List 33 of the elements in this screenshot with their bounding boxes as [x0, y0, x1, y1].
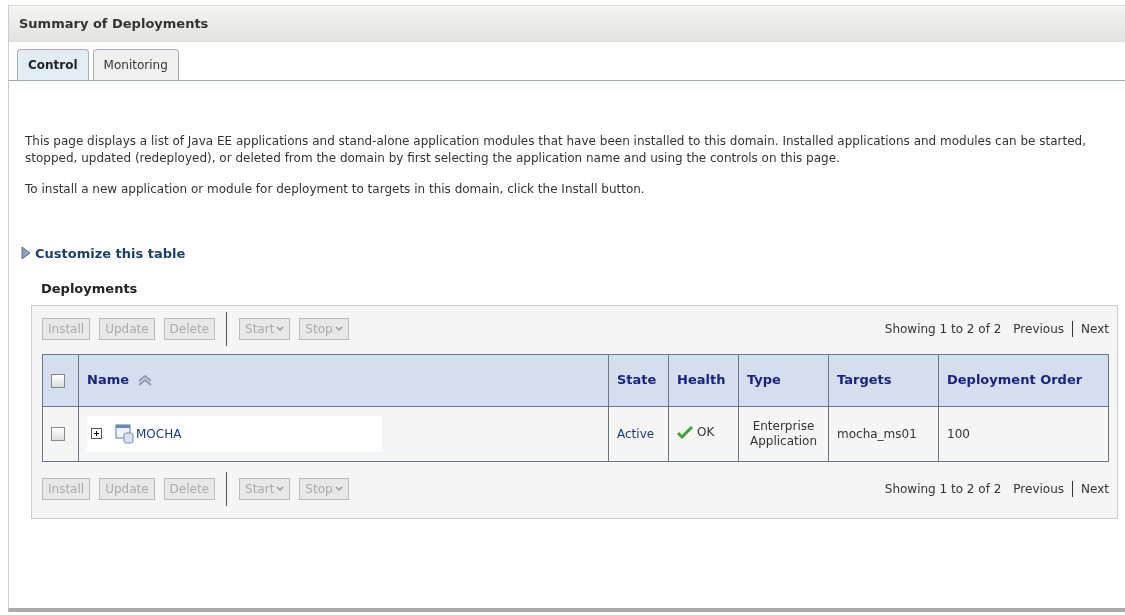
description-text: This page displays a list of Java EE applications and stand-alone application modules that have been installed to this domain. Installed applications and modules can be started, stopped, updated (redeployed), or deleted from the domain by first selecting the application name and using the controls on this page. [25, 132, 1087, 167]
description-text: To install a new application or module for deployment to targets in this domain, click the Install button. [25, 180, 646, 198]
tab[interactable]: Monitoring [92, 48, 179, 80]
targets-text: mocha_ms01 [837, 426, 917, 441]
state-text: Active [617, 426, 655, 441]
expand-triangle-icon [21, 246, 31, 261]
application-icon [115, 423, 135, 444]
deployment-order-text: 100 [947, 426, 970, 441]
sort-ascending-icon [137, 374, 153, 386]
health-text: OK [697, 424, 715, 442]
row-checkbox[interactable] [51, 427, 65, 441]
paging-status: Showing 1 to 2 of 2 [884, 480, 1002, 498]
next-link[interactable]: Next [1081, 319, 1109, 338]
type-text: Enterprise Application [749, 418, 818, 448]
caret-icon [276, 325, 285, 332]
column-header[interactable]: Targets [837, 370, 892, 390]
caret-icon [334, 325, 343, 332]
column-header[interactable]: Name [87, 370, 153, 390]
previous-link[interactable]: Previous [1013, 319, 1065, 338]
expand-toggle-icon[interactable] [91, 428, 102, 439]
select-all-checkbox[interactable] [51, 373, 65, 388]
column-header[interactable]: Type [747, 370, 781, 390]
tab[interactable]: Control [17, 48, 89, 80]
caret-icon [276, 485, 285, 492]
panel-title: Summary of Deployments [9, 5, 1125, 42]
caret-icon [334, 485, 343, 492]
table-title: Deployments [41, 280, 139, 298]
paging-status: Showing 1 to 2 of 2 [884, 320, 1002, 338]
next-link[interactable]: Next [1081, 479, 1109, 498]
previous-link[interactable]: Previous [1013, 479, 1065, 498]
customize-table-link[interactable]: Customize this table [21, 243, 1125, 263]
application-name-link[interactable]: MOCHA [136, 424, 182, 443]
check-icon [677, 425, 693, 439]
